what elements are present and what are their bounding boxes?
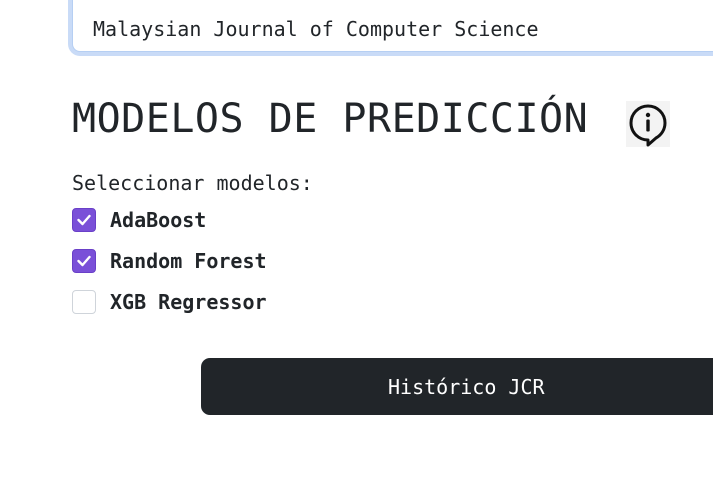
- model-option-adaboost[interactable]: AdaBoost: [72, 207, 206, 233]
- models-label: Seleccionar modelos:: [72, 171, 313, 195]
- info-icon[interactable]: [626, 101, 670, 147]
- check-icon: [77, 214, 91, 226]
- random-forest-label: Random Forest: [110, 249, 267, 273]
- model-option-xgb-regressor[interactable]: XGB Regressor: [72, 289, 267, 315]
- historico-jcr-button[interactable]: Histórico JCR: [201, 358, 713, 415]
- adaboost-label: AdaBoost: [110, 208, 207, 232]
- xgb-regressor-checkbox[interactable]: [72, 290, 96, 314]
- journal-input[interactable]: Malaysian Journal of Computer Science: [72, 0, 713, 52]
- historico-jcr-label: Histórico JCR: [388, 374, 545, 399]
- xgb-regressor-label: XGB Regressor: [110, 290, 267, 314]
- section-title: MODELOS DE PREDICCIÓN: [72, 96, 589, 142]
- check-icon: [77, 255, 91, 267]
- model-option-random-forest[interactable]: Random Forest: [72, 248, 267, 274]
- adaboost-checkbox[interactable]: [72, 208, 96, 232]
- journal-input-value: Malaysian Journal of Computer Science: [93, 17, 539, 41]
- random-forest-checkbox[interactable]: [72, 249, 96, 273]
